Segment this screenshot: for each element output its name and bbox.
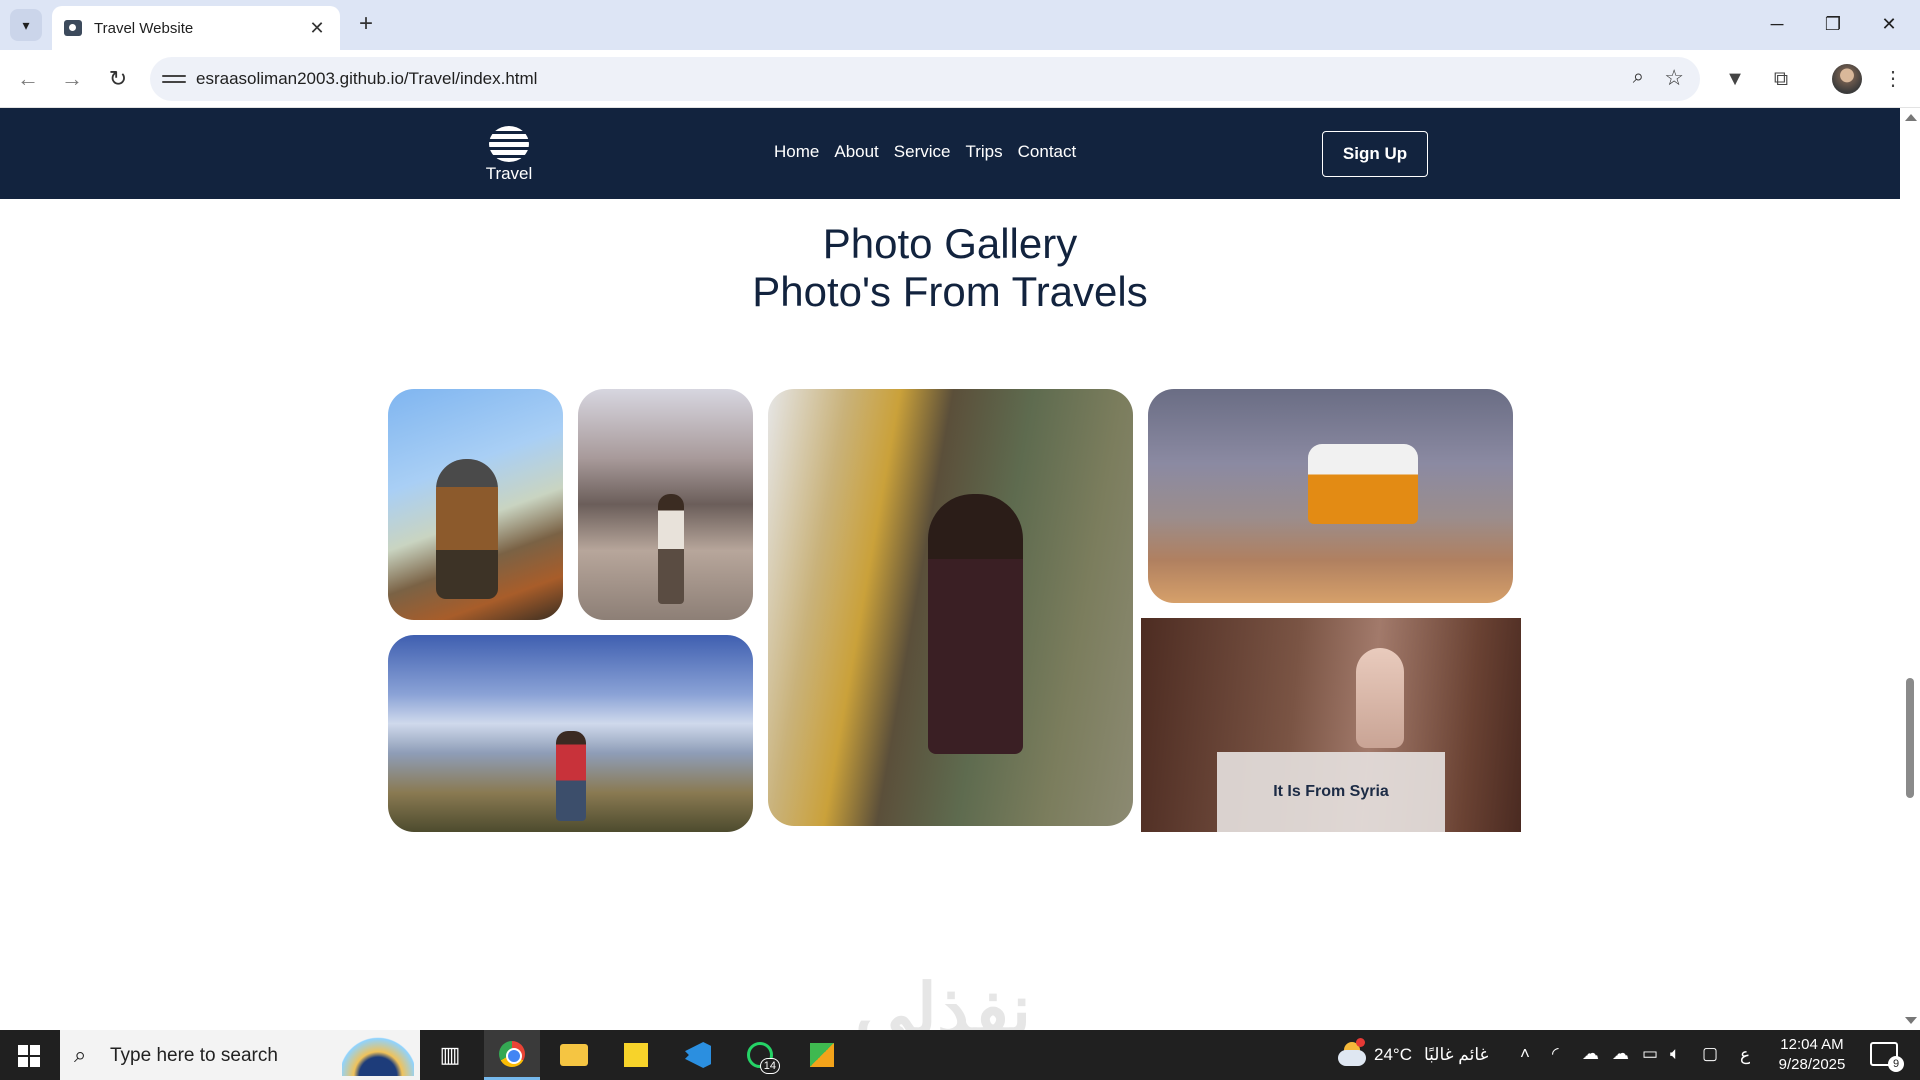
nav-link-trips[interactable]: Trips [965, 142, 1002, 162]
globe-logo-icon [489, 126, 529, 162]
nav-link-home[interactable]: Home [774, 142, 819, 162]
browser-tab-bar: ▾ Travel Website ✕ + ─ ❐ ✕ [0, 0, 1920, 50]
nav-link-contact[interactable]: Contact [1018, 142, 1077, 162]
scroll-up-arrow-icon[interactable] [1905, 114, 1917, 121]
notification-center-icon[interactable]: 9 [1870, 1042, 1904, 1072]
new-tab-button[interactable]: + [352, 11, 380, 39]
browser-tab[interactable]: Travel Website ✕ [52, 6, 340, 50]
camera-favicon-icon [64, 20, 82, 36]
sticky-notes-icon[interactable] [608, 1030, 664, 1080]
task-view-icon[interactable]: ▥ [422, 1030, 478, 1080]
gallery-photo-yellow-van-forest[interactable] [768, 389, 1133, 826]
weather-alert-dot [1356, 1038, 1365, 1047]
zoom-icon[interactable]: ⌕ [1633, 66, 1644, 89]
bookmark-star-icon[interactable]: ☆ [1664, 65, 1684, 91]
search-icon: ⌕ [74, 1042, 87, 1067]
page-viewport: Travel Home About Service Trips Contact … [0, 108, 1920, 1030]
profile-avatar[interactable] [1832, 64, 1862, 94]
scrollbar-thumb[interactable] [1906, 678, 1914, 798]
battery-icon[interactable]: ▭ [1642, 1044, 1658, 1064]
close-window-button[interactable]: ✕ [1866, 8, 1912, 40]
chrome-taskbar-icon[interactable] [484, 1030, 540, 1080]
watermark-text: نفذلي [855, 971, 1032, 1030]
scroll-down-arrow-icon[interactable] [1905, 1017, 1917, 1024]
back-arrow-icon[interactable]: ← [12, 63, 44, 95]
clock-time: 12:04 AM [1780, 1036, 1844, 1053]
forward-arrow-icon[interactable]: → [56, 63, 88, 95]
gallery-photo-mountain-clouds[interactable] [388, 635, 753, 832]
address-bar[interactable]: esraasoliman2003.github.io/Travel/index.… [150, 57, 1700, 101]
input-language[interactable]: ع [1740, 1045, 1750, 1065]
main-nav: Home About Service Trips Contact [774, 142, 1076, 162]
taskbar-clock[interactable]: 12:04 AM 9/28/2025 [1762, 1035, 1862, 1075]
onedrive-cloud-icon[interactable]: ☁ [1582, 1044, 1599, 1064]
file-explorer-icon[interactable] [546, 1030, 602, 1080]
close-tab-icon[interactable]: ✕ [306, 18, 328, 39]
weather-description[interactable]: غائم غالبًا [1424, 1045, 1488, 1065]
extension-v-icon[interactable]: ▼ [1718, 62, 1752, 96]
nav-link-service[interactable]: Service [894, 142, 951, 162]
restore-button[interactable]: ❐ [1810, 8, 1856, 40]
windows-start-icon[interactable] [18, 1045, 40, 1067]
network-icon[interactable]: ◜ [1552, 1044, 1559, 1064]
snipping-tool-icon[interactable] [794, 1030, 850, 1080]
browser-toolbar: ← → ↻ esraasoliman2003.github.io/Travel/… [0, 50, 1920, 108]
site-navbar: Travel Home About Service Trips Contact … [0, 108, 1900, 199]
gallery-title: Photo Gallery [822, 220, 1078, 267]
page-scrollbar[interactable] [1900, 108, 1920, 1030]
whatsapp-badge: 14 [759, 1058, 780, 1074]
whatsapp-icon[interactable]: 14 [732, 1030, 788, 1080]
meet-now-icon[interactable]: ▢ [1702, 1044, 1718, 1064]
logo-text: Travel [485, 164, 533, 183]
taskbar-search-box[interactable]: ⌕ Type here to search [60, 1030, 420, 1080]
minimize-button[interactable]: ─ [1754, 8, 1800, 40]
vscode-icon[interactable] [670, 1030, 726, 1080]
tab-title: Travel Website [94, 19, 194, 37]
tab-search-button[interactable]: ▾ [10, 9, 42, 41]
sign-up-button[interactable]: Sign Up [1322, 131, 1428, 177]
windows-taskbar: ⌕ Type here to search ▥ 14 24°C غائم غال… [0, 1030, 1920, 1080]
clock-date: 9/28/2025 [1778, 1056, 1846, 1073]
show-hidden-icons-chevron-icon[interactable]: ˄ [1520, 1044, 1530, 1064]
gallery-photo-orange-van[interactable] [1148, 389, 1513, 603]
photo-caption: It Is From Syria [1217, 752, 1445, 832]
gallery-heading: Photo Gallery Photo's From Travels [0, 220, 1900, 316]
site-info-icon[interactable] [162, 67, 186, 91]
site-logo[interactable]: Travel [484, 126, 534, 184]
extensions-puzzle-icon[interactable]: ⧉ [1764, 62, 1798, 96]
gallery-subtitle: Photo's From Travels [752, 268, 1148, 315]
onedrive-offline-icon[interactable]: ☁ [1612, 1044, 1629, 1064]
search-placeholder: Type here to search [110, 1045, 278, 1066]
notification-count: 9 [1888, 1056, 1904, 1072]
menu-kebab-icon[interactable]: ⋮ [1876, 62, 1910, 96]
gallery-photo-city-walk[interactable] [578, 389, 753, 620]
reload-icon[interactable]: ↻ [102, 63, 134, 95]
url-text[interactable]: esraasoliman2003.github.io/Travel/index.… [196, 69, 537, 89]
volume-icon[interactable]: 🔈︎ [1670, 1044, 1680, 1064]
nav-link-about[interactable]: About [834, 142, 878, 162]
gallery-photo-hiker-backpack[interactable] [388, 389, 563, 620]
weather-temperature[interactable]: 24°C [1374, 1045, 1412, 1065]
search-highlight-image [342, 1036, 414, 1076]
